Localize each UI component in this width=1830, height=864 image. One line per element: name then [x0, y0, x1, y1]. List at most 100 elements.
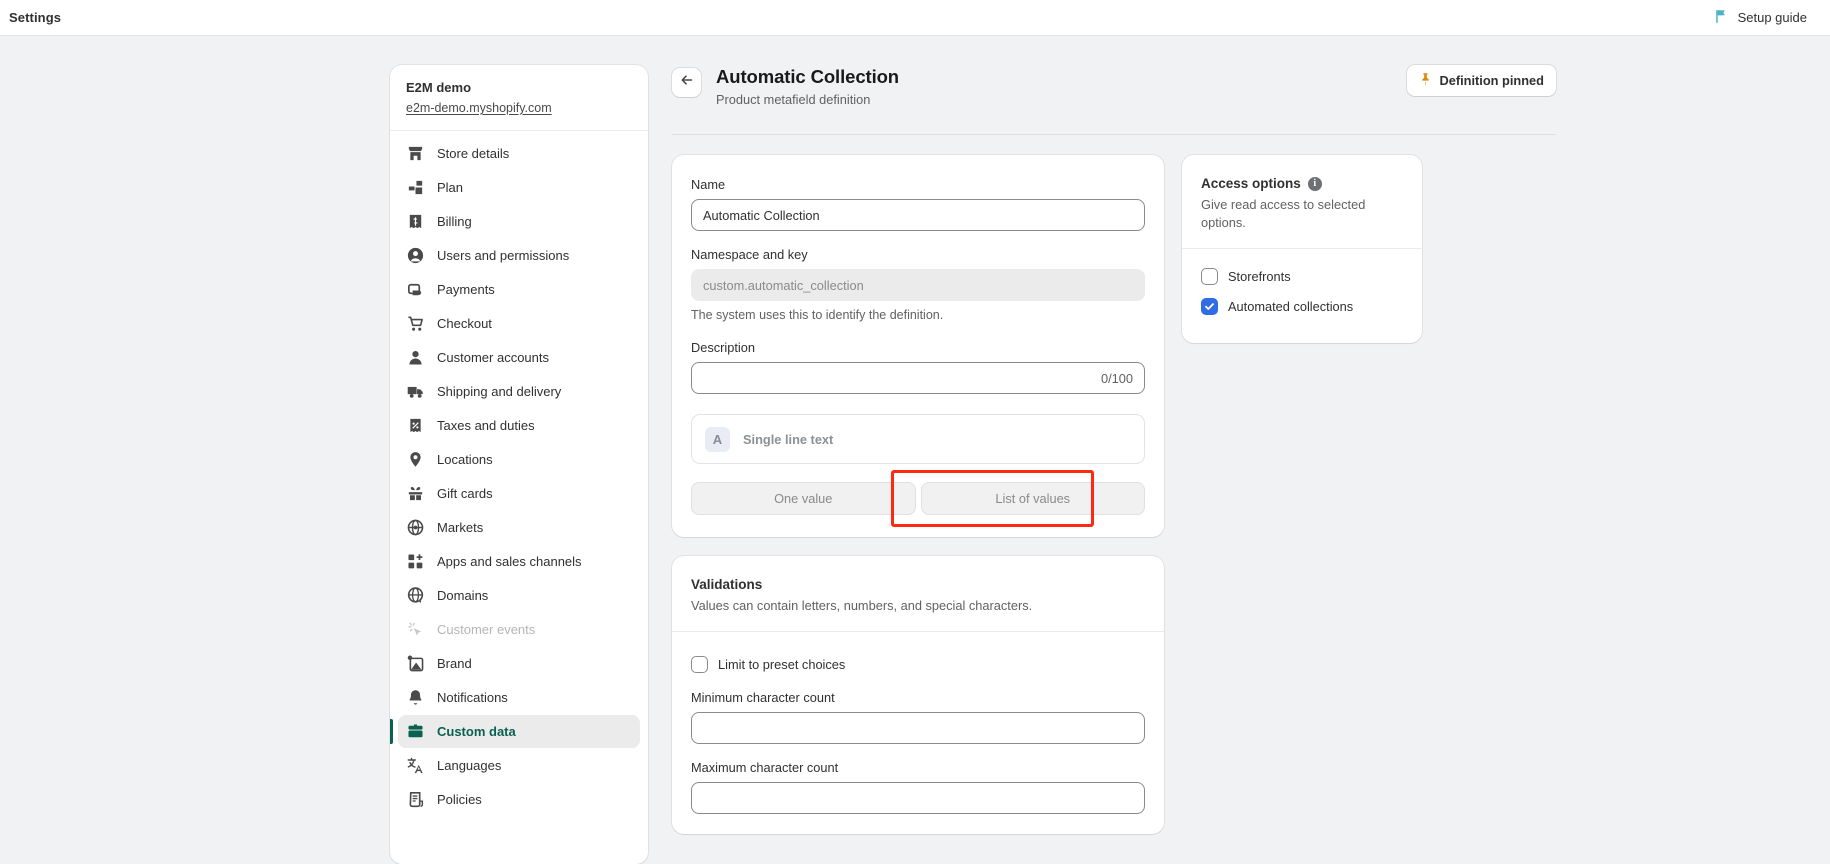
sidebar-item-label: Taxes and duties: [437, 418, 535, 433]
sidebar-item-label: Notifications: [437, 690, 508, 705]
sidebar-item-label: Checkout: [437, 316, 492, 331]
checkbox-label: Automated collections: [1228, 299, 1353, 314]
billing-icon: [406, 212, 425, 231]
sidebar-item-brand[interactable]: Brand: [398, 647, 640, 680]
limit-preset-choices-row[interactable]: Limit to preset choices: [691, 653, 1145, 675]
payments-icon: [406, 280, 425, 299]
access-options-checkbox-list: Storefronts Automated collections: [1182, 249, 1422, 343]
definition-pinned-button[interactable]: Definition pinned: [1407, 65, 1557, 96]
limit-preset-choices-label: Limit to preset choices: [718, 657, 845, 672]
sidebar-item-languages[interactable]: Languages: [398, 749, 640, 782]
max-char-input[interactable]: [691, 782, 1145, 814]
app-title: Settings: [9, 10, 61, 25]
store-block: E2M demo e2m-demo.myshopify.com: [390, 65, 648, 131]
value-cardinality-segmented-control: One value List of values: [691, 482, 1145, 515]
sidebar-item-users-and-permissions[interactable]: Users and permissions: [398, 239, 640, 272]
access-option-storefronts[interactable]: Storefronts: [1201, 265, 1403, 287]
metafield-type-selector[interactable]: A Single line text: [691, 414, 1145, 464]
sidebar-item-plan[interactable]: Plan: [398, 171, 640, 204]
translate-icon: [406, 756, 425, 775]
store-url-link[interactable]: e2m-demo.myshopify.com: [406, 99, 552, 117]
sidebar-item-markets[interactable]: Markets: [398, 511, 640, 544]
page-subtitle: Product metafield definition: [716, 91, 899, 109]
limit-preset-choices-checkbox[interactable]: [691, 656, 708, 673]
definition-form-card: Name Automatic Collection Namespace and …: [672, 155, 1164, 537]
validations-subtitle: Values can contain letters, numbers, and…: [691, 597, 1145, 615]
single-line-text-icon: A: [705, 427, 730, 452]
access-options-title: Access options i: [1201, 174, 1403, 194]
user-circle-icon: [406, 246, 425, 265]
description-field-group: Description 0/100: [691, 339, 1145, 394]
sidebar-item-locations[interactable]: Locations: [398, 443, 640, 476]
sidebar-item-label: Policies: [437, 792, 482, 807]
description-character-counter: 0/100: [1101, 371, 1133, 386]
sidebar-item-label: Customer events: [437, 622, 535, 637]
access-options-subtitle: Give read access to selected options.: [1201, 196, 1403, 232]
sidebar-item-label: Plan: [437, 180, 463, 195]
page-title: Automatic Collection: [716, 65, 899, 89]
apps-plus-icon: [406, 552, 425, 571]
segment-label: One value: [774, 491, 832, 506]
access-options-header: Access options i Give read access to sel…: [1182, 155, 1422, 249]
back-button[interactable]: [672, 68, 701, 97]
sidebar-item-label: Billing: [437, 214, 472, 229]
sidebar-item-customer-accounts[interactable]: Customer accounts: [398, 341, 640, 374]
sidebar-item-billing[interactable]: Billing: [398, 205, 640, 238]
flag-icon: [1716, 9, 1730, 27]
sidebar-item-taxes-and-duties[interactable]: Taxes and duties: [398, 409, 640, 442]
sidebar-item-gift-cards[interactable]: Gift cards: [398, 477, 640, 510]
definition-pinned-label: Definition pinned: [1440, 73, 1545, 88]
sidebar-item-label: Users and permissions: [437, 248, 569, 263]
cart-icon: [406, 314, 425, 333]
sidebar-item-custom-data[interactable]: Custom data: [398, 715, 640, 748]
sidebar-item-shipping-and-delivery[interactable]: Shipping and delivery: [398, 375, 640, 408]
segment-label: List of values: [995, 491, 1070, 506]
arrow-left-icon: [679, 72, 695, 93]
sidebar-item-label: Languages: [437, 758, 501, 773]
sidebar-item-notifications[interactable]: Notifications: [398, 681, 640, 714]
info-icon[interactable]: i: [1308, 177, 1322, 191]
access-options-title-text: Access options: [1201, 174, 1301, 194]
sidebar-item-apps-and-sales-channels[interactable]: Apps and sales channels: [398, 545, 640, 578]
namespace-field-group: Namespace and key custom.automatic_colle…: [691, 246, 1145, 324]
left-column: Name Automatic Collection Namespace and …: [672, 155, 1164, 834]
namespace-input: custom.automatic_collection: [691, 269, 1145, 301]
main-content: Automatic Collection Product metafield d…: [648, 36, 1830, 838]
description-label: Description: [691, 339, 1145, 357]
sidebar-item-label: Apps and sales channels: [437, 554, 582, 569]
min-char-field-group: Minimum character count: [691, 689, 1145, 744]
max-char-label: Maximum character count: [691, 759, 1145, 777]
min-char-label: Minimum character count: [691, 689, 1145, 707]
setup-guide-button[interactable]: Setup guide: [1710, 5, 1813, 31]
sidebar-item-payments[interactable]: Payments: [398, 273, 640, 306]
segment-list-of-values[interactable]: List of values: [921, 482, 1146, 515]
name-input[interactable]: Automatic Collection: [691, 199, 1145, 231]
header-divider: [672, 134, 1556, 135]
namespace-label: Namespace and key: [691, 246, 1145, 264]
name-label: Name: [691, 176, 1145, 194]
settings-nav: Store details Plan Billing Users and permis…: [390, 131, 648, 825]
page-header: Automatic Collection Product metafield d…: [672, 36, 1556, 114]
bell-icon: [406, 688, 425, 707]
checkbox-label: Storefronts: [1228, 269, 1291, 284]
sidebar-item-checkout[interactable]: Checkout: [398, 307, 640, 340]
checkbox[interactable]: [1201, 298, 1218, 315]
sidebar-item-label: Custom data: [437, 724, 516, 739]
sidebar-item-label: Store details: [437, 146, 509, 161]
sidebar-item-label: Gift cards: [437, 486, 493, 501]
sidebar-item-label: Payments: [437, 282, 495, 297]
sidebar-item-policies[interactable]: Policies: [398, 783, 640, 816]
checkbox[interactable]: [1201, 268, 1218, 285]
name-input-value: Automatic Collection: [703, 208, 820, 223]
globe-target-icon: [406, 518, 425, 537]
min-char-input[interactable]: [691, 712, 1145, 744]
description-input[interactable]: 0/100: [691, 362, 1145, 394]
plan-icon: [406, 178, 425, 197]
truck-icon: [406, 382, 425, 401]
segment-one-value[interactable]: One value: [691, 482, 916, 515]
access-option-automated-collections[interactable]: Automated collections: [1201, 295, 1403, 317]
sidebar-item-domains[interactable]: Domains: [398, 579, 640, 612]
pin-icon: [1419, 72, 1432, 89]
settings-sidebar: E2M demo e2m-demo.myshopify.com Store de…: [390, 65, 648, 864]
sidebar-item-store-details[interactable]: Store details: [398, 137, 640, 170]
